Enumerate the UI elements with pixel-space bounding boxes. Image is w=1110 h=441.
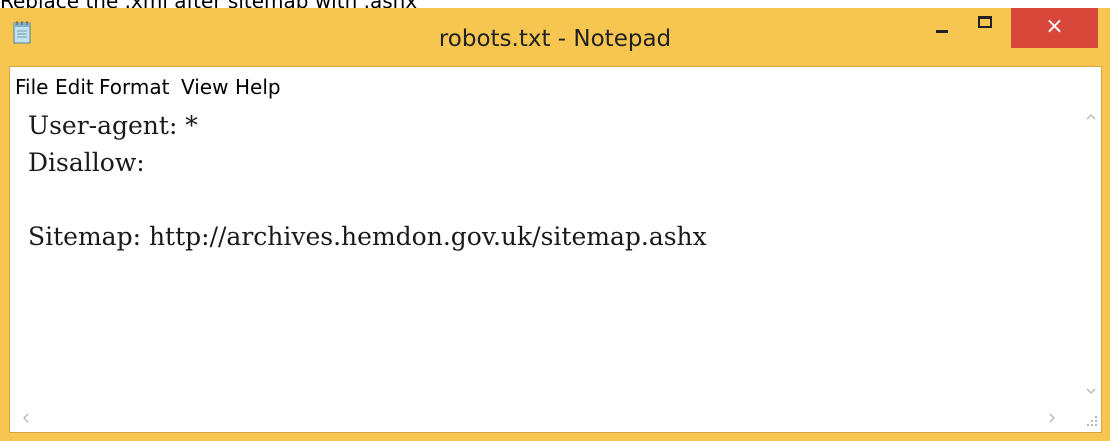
scroll-down-icon[interactable] [1085,387,1097,395]
horizontal-scrollbar[interactable] [10,403,1080,432]
maximize-icon [978,16,992,28]
editor-line: Sitemap: http://archives.hemdon.gov.uk/s… [28,222,707,251]
vertical-scrollbar[interactable] [1080,105,1101,403]
editor-content: User-agent: * Disallow: Sitemap: http://ar… [28,107,707,255]
menu-view[interactable]: View [178,74,231,100]
editor-line: User-agent: * [28,111,198,140]
scroll-right-icon[interactable] [1048,412,1056,424]
editor-line: Disallow: [28,148,145,177]
minimize-button[interactable] [919,8,963,48]
notepad-window: robots.txt - Notepad × File Edit Format … [0,8,1110,441]
maximize-button[interactable] [963,8,1009,48]
close-button[interactable]: × [1011,8,1098,48]
size-grip-icon [1087,416,1097,426]
client-area: File Edit Format View Help User-agent: *… [9,66,1102,433]
menu-help[interactable]: Help [232,74,284,100]
title-bar[interactable]: robots.txt - Notepad × [0,8,1110,66]
menu-bar: File Edit Format View Help [10,67,1101,106]
text-editor[interactable]: User-agent: * Disallow: Sitemap: http://ar… [10,105,1080,403]
minimize-icon [936,30,948,33]
menu-file[interactable]: File [12,74,51,100]
menu-format[interactable]: Format [96,74,172,100]
close-icon: × [1045,14,1064,39]
scroll-left-icon[interactable] [22,412,30,424]
size-grip[interactable] [1080,403,1101,432]
scroll-up-icon[interactable] [1085,113,1097,121]
menu-edit[interactable]: Edit [52,74,97,100]
